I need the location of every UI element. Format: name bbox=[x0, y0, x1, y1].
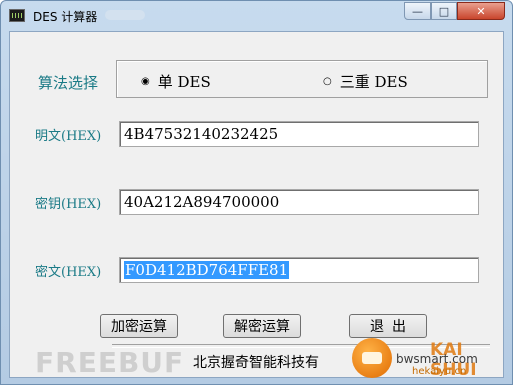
radio-triple-des-label: 三重 DES bbox=[339, 73, 408, 91]
close-icon: ✕ bbox=[476, 4, 486, 18]
key-input[interactable]: 40A212A894700000 bbox=[119, 189, 479, 215]
radio-single-des[interactable]: ◉ 单 DES bbox=[141, 71, 211, 92]
window-title: DES 计算器 bbox=[33, 10, 98, 24]
plaintext-input[interactable]: 4B47532140232425 bbox=[119, 121, 479, 147]
ciphertext-value: F0D412BD764FFE81 bbox=[124, 261, 290, 279]
radio-triple-des[interactable]: ○ 三重 DES bbox=[323, 71, 408, 92]
decrypt-button[interactable]: 解密运算 bbox=[223, 314, 301, 338]
exit-button[interactable]: 退出 bbox=[349, 314, 427, 338]
kaishui-watermark: KAI SHUI bwsmart.com hekaiyu.cn bbox=[348, 338, 508, 380]
algorithm-label: 算法选择 bbox=[38, 74, 99, 92]
des-calculator-window: DES 计算器 — □ ✕ 算法选择 ◉ 单 DES ○ 三重 DES 明文(H… bbox=[0, 0, 513, 385]
minimize-icon: — bbox=[412, 4, 423, 18]
ciphertext-label: 密文(HEX) bbox=[35, 265, 102, 280]
close-button[interactable]: ✕ bbox=[457, 2, 505, 20]
key-value: 40A212A894700000 bbox=[124, 193, 280, 211]
maximize-icon: □ bbox=[438, 4, 450, 18]
title-bar[interactable]: DES 计算器 — □ ✕ bbox=[1, 1, 512, 31]
calculator-app-icon bbox=[9, 9, 25, 22]
plaintext-label: 明文(HEX) bbox=[35, 129, 102, 144]
encrypt-button[interactable]: 加密运算 bbox=[100, 314, 178, 338]
radio-selected-icon: ◉ bbox=[141, 76, 150, 87]
company-name: 北京握奇智能科技有 bbox=[193, 355, 319, 371]
client-area: 算法选择 ◉ 单 DES ○ 三重 DES 明文(HEX) 4B47532140… bbox=[9, 31, 504, 380]
algorithm-radio-group: ◉ 单 DES ○ 三重 DES bbox=[116, 60, 488, 98]
key-label: 密钥(HEX) bbox=[35, 197, 102, 212]
watermark-site-hekaiyu: hekaiyu.cn bbox=[412, 366, 467, 377]
kaishui-logo-icon bbox=[352, 338, 392, 378]
freebuf-watermark: FREEBUF bbox=[35, 346, 185, 379]
watermark-site-bwsmart: bwsmart.com bbox=[396, 352, 478, 366]
maximize-button[interactable]: □ bbox=[431, 2, 457, 20]
plaintext-value: 4B47532140232425 bbox=[124, 125, 279, 143]
minimize-button[interactable]: — bbox=[404, 2, 431, 20]
title-blur bbox=[105, 10, 145, 20]
ciphertext-input[interactable]: F0D412BD764FFE81 bbox=[119, 257, 479, 283]
radio-unselected-icon: ○ bbox=[323, 76, 332, 87]
radio-single-des-label: 单 DES bbox=[157, 73, 211, 91]
